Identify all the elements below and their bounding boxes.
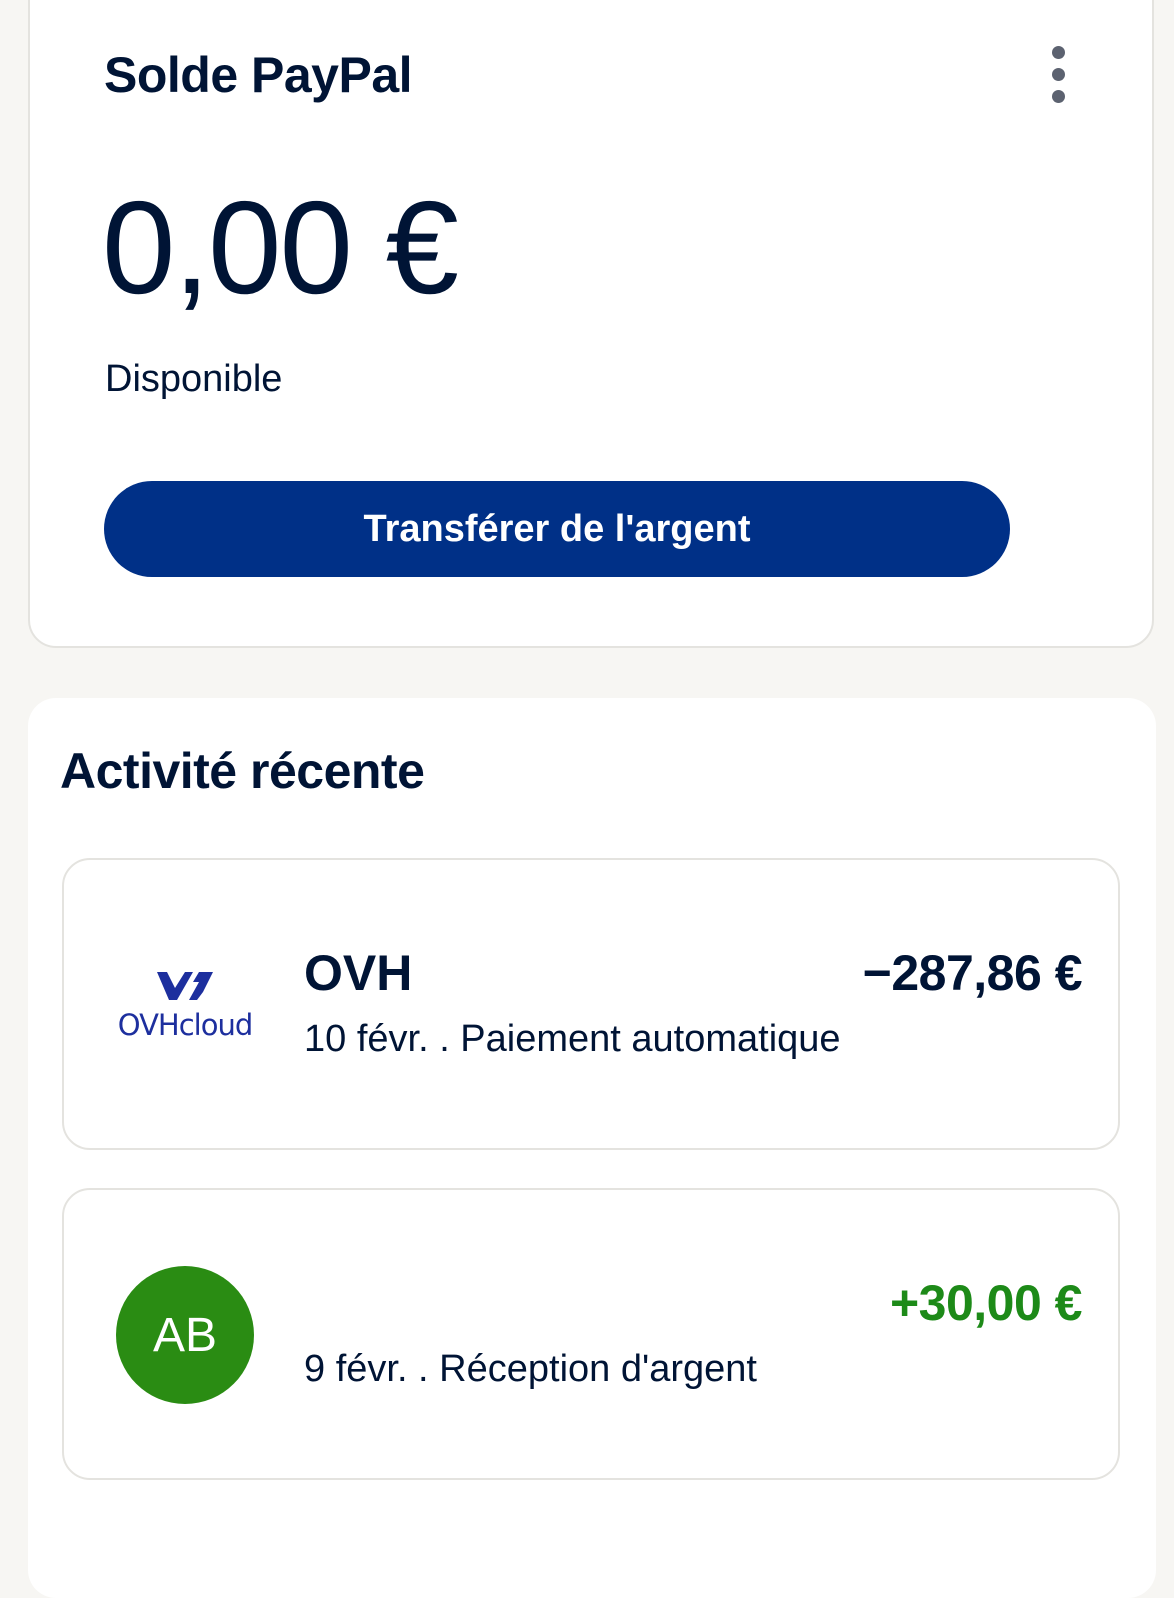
balance-card: Solde PayPal 0,00 € Disponible Transfére… [28,0,1154,648]
transfer-money-button[interactable]: Transférer de l'argent [104,481,1010,577]
ovh-logo-icon [157,972,213,1000]
transaction-item-ovh[interactable]: OVHcloud OVH −287,86 € 10 févr. . Paieme… [62,858,1120,1150]
ovhcloud-logo: OVHcloud [112,968,258,1048]
transaction-amount: +30,00 € [889,1275,1083,1331]
more-dot [1051,67,1065,81]
transaction-amount: −287,86 € [862,945,1083,1001]
balance-status: Disponible [105,358,283,400]
more-options-icon[interactable] [1034,38,1082,110]
recent-activity-section: Activité récente OVHcloud OVH −287,86 € … [28,698,1156,1598]
ovh-logo-text: OVHcloud [117,1008,253,1042]
more-dot [1051,89,1065,103]
transaction-item-ab[interactable]: AB +30,00 € 9 févr. . Réception d'argent [62,1188,1120,1480]
balance-title: Solde PayPal [104,47,413,103]
balance-amount: 0,00 € [102,174,459,321]
transaction-name: OVH [304,945,413,1001]
transaction-description: 10 févr. . Paiement automatique [304,1018,841,1060]
more-dot [1051,45,1065,59]
transaction-description: 9 févr. . Réception d'argent [304,1348,757,1390]
recent-activity-title: Activité récente [60,743,425,799]
avatar: AB [116,1266,254,1404]
